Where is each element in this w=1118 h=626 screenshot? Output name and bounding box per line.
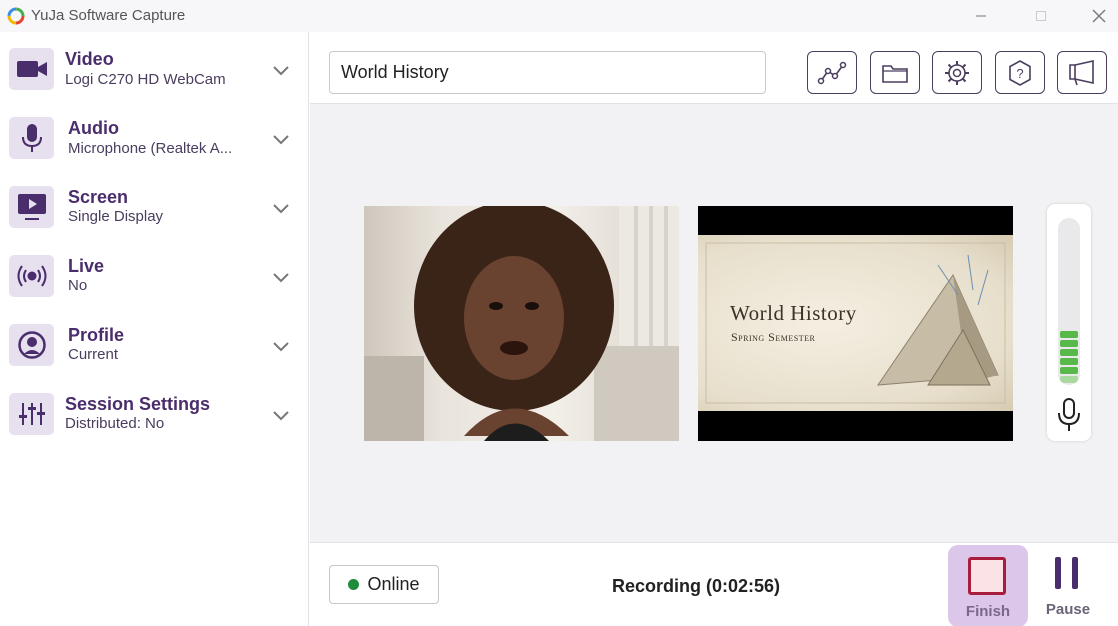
webcam-preview (364, 206, 679, 441)
top-toolbar: ? (310, 32, 1118, 104)
sidebar-item-subtitle: Logi C270 HD WebCam (65, 71, 226, 88)
settings-button[interactable] (932, 51, 982, 94)
help-button[interactable]: ? (995, 51, 1045, 94)
sidebar-item-title: Profile (68, 325, 125, 345)
preview-area: World History Spring Semester (310, 104, 1118, 542)
announcement-button[interactable] (1057, 51, 1107, 94)
sidebar-item-subtitle: Distributed: No (65, 415, 165, 432)
broadcast-icon (9, 255, 54, 297)
profile-icon (9, 324, 54, 366)
sidebar-item-live[interactable]: Live No (0, 245, 309, 307)
sidebar-item-title: Live (68, 256, 105, 276)
audio-level-track (1058, 218, 1080, 385)
announcement-icon (1069, 59, 1094, 85)
audio-level-bar (1060, 376, 1078, 383)
presentation-slide: World History Spring Semester (698, 235, 1013, 411)
slide-subtitle: Spring Semester (731, 330, 816, 344)
stop-icon (968, 557, 1006, 595)
finish-label: Finish (965, 603, 1011, 620)
pause-button[interactable]: Pause (1040, 553, 1096, 623)
video-camera-icon (9, 48, 54, 90)
sidebar-item-audio[interactable]: Audio Microphone (Realtek A... (0, 107, 309, 169)
audio-level-bar (1060, 349, 1078, 356)
audio-level-bar (1060, 340, 1078, 347)
recording-timer: Recording (0:02:56) (612, 576, 781, 596)
help-icon: ? (1009, 59, 1031, 86)
pause-icon (1072, 557, 1078, 589)
sliders-icon (9, 393, 54, 435)
sidebar-item-session-settings[interactable]: Session Settings Distributed: No (0, 383, 309, 445)
sidebar-item-profile[interactable]: Profile Current (0, 314, 309, 376)
sidebar-item-title: Video (65, 49, 114, 69)
settings-gear-icon (945, 60, 969, 85)
maximize-icon (1036, 11, 1046, 21)
chevron-down-icon (273, 342, 289, 352)
audio-level-bar (1060, 331, 1078, 338)
pause-label: Pause (1045, 601, 1091, 618)
chevron-down-icon (273, 135, 289, 145)
chevron-down-icon (273, 66, 289, 76)
analytics-button[interactable] (807, 51, 857, 94)
webcam-presenter-image (364, 206, 679, 441)
maximize-button[interactable] (1012, 0, 1070, 32)
folder-icon (882, 64, 908, 83)
sidebar-item-subtitle: No (68, 277, 88, 294)
minimize-button[interactable] (952, 0, 1010, 32)
sidebar-item-subtitle: Microphone (Realtek A... (68, 140, 233, 157)
microphone-icon (1058, 398, 1080, 431)
screen-preview: World History Spring Semester (698, 206, 1013, 441)
svg-text:?: ? (1016, 66, 1023, 81)
title-bar: YuJa Software Capture (0, 0, 1118, 32)
folder-button[interactable] (870, 51, 920, 94)
audio-level-bar (1060, 358, 1078, 365)
chevron-down-icon (273, 204, 289, 214)
microphone-icon (9, 117, 54, 159)
minimize-icon (976, 15, 986, 17)
online-status-button[interactable]: Online (329, 565, 439, 604)
pause-icon (1055, 557, 1061, 589)
sidebar-item-title: Session Settings (65, 394, 211, 414)
finish-button[interactable]: Finish (948, 545, 1028, 626)
chevron-down-icon (273, 411, 289, 421)
window-title: YuJa Software Capture (31, 7, 186, 24)
chevron-down-icon (273, 273, 289, 283)
close-icon (1092, 9, 1106, 23)
sidebar: Video Logi C270 HD WebCam Audio Micropho… (0, 32, 309, 626)
sidebar-item-video[interactable]: Video Logi C270 HD WebCam (0, 38, 309, 100)
analytics-icon (817, 61, 847, 84)
online-status-dot-icon (348, 579, 360, 590)
sidebar-item-screen[interactable]: Screen Single Display (0, 176, 309, 238)
audio-level-meter (1047, 204, 1091, 441)
slide-title: World History (730, 301, 857, 325)
sidebar-item-subtitle: Current (68, 346, 119, 363)
sidebar-item-subtitle: Single Display (68, 208, 164, 225)
screen-icon (9, 186, 54, 228)
online-status-label: Online (367, 574, 420, 594)
close-button[interactable] (1070, 0, 1118, 32)
sidebar-item-title: Audio (68, 118, 119, 138)
recording-title-input[interactable] (329, 51, 766, 94)
sidebar-item-title: Screen (68, 187, 129, 207)
bottom-bar: Online Recording (0:02:56) Finish Pause (310, 542, 1118, 626)
audio-level-bar (1060, 367, 1078, 374)
yuja-logo-icon (7, 7, 25, 25)
